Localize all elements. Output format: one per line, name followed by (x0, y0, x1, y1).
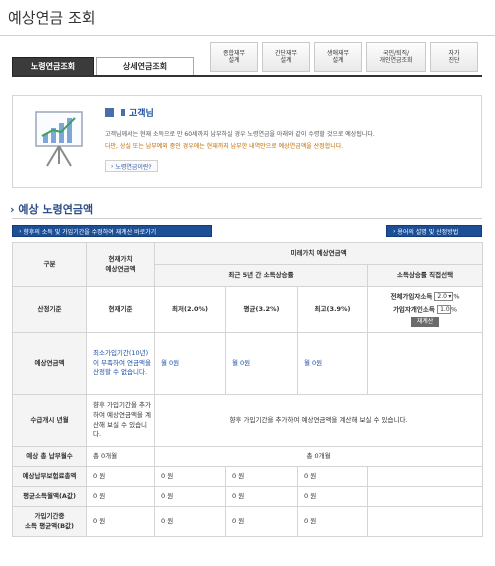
cell-empty (366, 506, 484, 537)
section-title-text: 예상 노령연금액 (18, 203, 94, 216)
basis-current: 현재기준 (86, 286, 155, 333)
tab-comprehensive-plan[interactable]: 종합재무 설계 (210, 42, 258, 72)
row-label: 평균소득월액(A값) (12, 486, 87, 507)
info-panel: 고객님 고객님께서는 현재 소득으로 만 60세까지 납부하실 경우 노령연금을… (12, 95, 482, 188)
tab-lifetime-plan[interactable]: 생애재무 설계 (314, 42, 362, 72)
row-label: 가입기간중 소득 평균액(B값) (12, 506, 87, 537)
basis-avg: 평균(3.2%) (225, 286, 298, 333)
direct-rate-label: 전체가입자소득 (390, 292, 433, 301)
section-title: › 예상 노령연금액 (10, 201, 93, 217)
basis-min: 최저(2.0%) (154, 286, 226, 333)
cell-empty (366, 486, 484, 507)
months-current: 총 0개월 (86, 446, 155, 467)
section-divider (12, 218, 482, 219)
col-recent5-header: 최근 5년 간 소득상승률 (154, 264, 368, 287)
cell-value: 0 원 (86, 506, 155, 537)
cell-value: 0 원 (86, 466, 155, 487)
pension-notice: 다만, 상실 또는 납부예외 중인 경우에는 현재까지 납부한 내역만으로 예상… (105, 143, 344, 150)
row-months-label: 예상 총 납부월수 (12, 446, 87, 467)
cell-empty (366, 466, 484, 487)
direct-rate-row: 전체가입자소득 2.0% (370, 292, 480, 302)
direct-period-label: 가입자개인소득 (392, 305, 435, 313)
table-row: 가입기간중 소득 평균액(B값) 0 원 0 원 0 원 0 원 (12, 506, 484, 537)
terms-explanation-button[interactable]: › 용어의 설명 및 산정방법 (386, 225, 482, 237)
cell-value: 0 원 (225, 466, 298, 487)
start-current: 향후 가입기간을 추가하여 예상연금액을 계산해 보실 수 있습니다. (86, 394, 155, 447)
user-icon (121, 109, 125, 116)
tab-divider (12, 75, 482, 77)
pension-max: 월 0원 (297, 332, 368, 395)
cell-value: 0 원 (225, 486, 298, 507)
tab-old-age-pension[interactable]: 노령연금조회 (12, 57, 94, 76)
cell-value: 0 원 (225, 506, 298, 537)
percent-label: % (453, 292, 460, 301)
tab-label: 종합재무 설계 (222, 49, 246, 65)
col-future-header: 미래가치 예상연금액 (153, 242, 484, 265)
pension-current-message: 최소가입기간(10년)이 부족하여 연금액을 산정할 수 없습니다. (86, 332, 155, 395)
tab-label: 생애재무 설계 (326, 49, 350, 65)
table-row: 평균소득월액(A값) 0 원 0 원 0 원 0 원 (12, 486, 484, 507)
tab-label: 자가 진단 (448, 49, 460, 65)
presentation-board-icon (35, 111, 83, 167)
cell-value: 0 원 (154, 486, 226, 507)
link-label: 노령연금이란? (115, 163, 152, 171)
rate-select[interactable]: 2.0 (434, 292, 454, 302)
table-row: 예상납부보험료총액 0 원 0 원 0 원 0 원 (12, 466, 484, 487)
cell-value: 0 원 (154, 506, 226, 537)
cell-value: 0 원 (297, 466, 368, 487)
months-future: 총 0개월 (153, 446, 484, 467)
direct-input-cell: 전체가입자소득 2.0% 가입자개인소득 1.0% 재계산 (366, 286, 484, 333)
col-direct-header: 소득상승률 직접선택 (366, 264, 484, 287)
tab-label: 국민/퇴직/ 개인연금조회 (379, 49, 413, 65)
chevron-right-icon: › (10, 203, 15, 216)
cell-value: 0 원 (154, 466, 226, 487)
col-current-header: 현재가치 예상연금액 (86, 242, 155, 287)
customer-greeting: 고객님 (105, 106, 154, 119)
col-group-header: 구분 (12, 242, 87, 287)
pension-direct (366, 332, 484, 395)
tab-label: 간단재무 설계 (274, 49, 298, 65)
row-label: 예상납부보험료총액 (12, 466, 87, 487)
row-pension-label: 예상연금액 (12, 332, 87, 395)
start-future: 향후 가입기간을 추가하여 예상연금액을 계산해 보실 수 있습니다. (153, 394, 484, 447)
pension-avg: 월 0원 (225, 332, 298, 395)
tab-bar: 노령연금조회 상세연금조회 종합재무 설계 간단재무 설계 생애재무 설계 국민… (12, 42, 482, 76)
cell-value: 0 원 (297, 486, 368, 507)
percent-label: % (450, 305, 458, 313)
personal-rate-input[interactable]: 1.0 (436, 304, 451, 314)
user-icon (105, 108, 114, 117)
cell-value: 0 원 (86, 486, 155, 507)
page-title: 예상연금 조회 (8, 9, 96, 27)
tab-simple-plan[interactable]: 간단재무 설계 (262, 42, 310, 72)
row-start-label: 수급개시 년월 (12, 394, 87, 447)
pension-description: 고객님께서는 현재 소득으로 만 60세까지 납부하실 경우 노령연금을 아래와… (105, 131, 375, 138)
tab-self-diagnosis[interactable]: 자가 진단 (430, 42, 478, 72)
button-label: 용어의 설명 및 산정방법 (397, 228, 459, 236)
cell-value: 0 원 (297, 506, 368, 537)
tab-detailed-pension[interactable]: 상세연금조회 (96, 57, 194, 76)
recalculate-shortcut-button[interactable]: › 향후의 소득 및 가입기간을 수정하여 재계산 바로가기 (12, 225, 212, 237)
pension-table: 구분 현재가치 예상연금액 미래가치 예상연금액 최근 5년 간 소득상승률 소… (12, 242, 484, 537)
basis-max: 최고(3.9%) (297, 286, 368, 333)
tab-pension-lookup[interactable]: 국민/퇴직/ 개인연금조회 (366, 42, 426, 72)
row-basis-label: 산정기준 (12, 286, 87, 333)
title-divider (0, 35, 495, 36)
pension-min: 월 0원 (154, 332, 226, 395)
direct-period-row: 가입자개인소득 1.0% (370, 304, 480, 315)
recalculate-button[interactable]: 재계산 (410, 316, 440, 327)
greeting-text: 고객님 (129, 109, 154, 119)
what-is-pension-link[interactable]: › 노령연금이란? (105, 160, 158, 172)
button-label: 향후의 소득 및 가입기간을 수정하여 재계산 바로가기 (23, 228, 157, 236)
